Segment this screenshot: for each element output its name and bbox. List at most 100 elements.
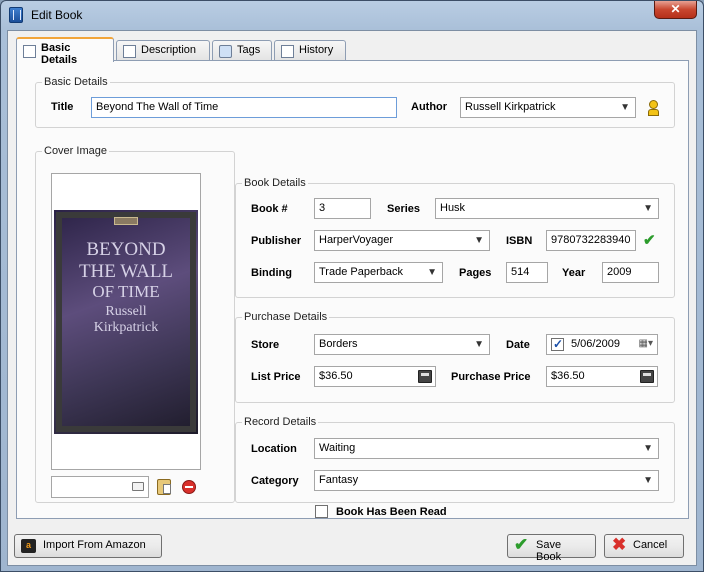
- paste-icon[interactable]: [157, 479, 171, 495]
- list-price-input[interactable]: $36.50: [314, 366, 436, 387]
- date-label: Date: [506, 339, 530, 351]
- author-label: Author: [411, 101, 448, 113]
- basic-details-panel: Basic Details Title Beyond The Wall of T…: [16, 60, 689, 519]
- cover-title-line: THE WALL: [78, 261, 174, 282]
- book-read-checkbox[interactable]: [315, 505, 328, 518]
- publisher-label: Publisher: [251, 235, 302, 247]
- list-price-value: $36.50: [319, 370, 353, 382]
- tab-label: Tags: [237, 44, 261, 56]
- tag-icon: [219, 45, 232, 58]
- year-input[interactable]: 2009: [602, 262, 659, 283]
- group-legend: Purchase Details: [244, 311, 328, 323]
- cancel-button[interactable]: ✖ Cancel: [604, 534, 684, 558]
- publisher-value: HarperVoyager: [319, 234, 393, 246]
- tab-label: History: [299, 44, 334, 56]
- date-enabled-checkbox[interactable]: [551, 337, 564, 351]
- close-button[interactable]: ✕: [654, 1, 697, 19]
- cover-image-frame[interactable]: BEYOND THE WALL OF TIME Russell Kirkpatr…: [51, 173, 201, 470]
- cancel-label: Cancel: [633, 539, 668, 551]
- store-dropdown[interactable]: Borders ▼: [314, 334, 490, 355]
- date-value: 5/06/2009: [571, 338, 620, 350]
- chevron-down-icon: ▼: [474, 235, 484, 246]
- amazon-icon: a: [21, 539, 36, 553]
- year-label: Year: [562, 267, 586, 279]
- chevron-down-icon: ▼: [643, 475, 653, 486]
- isbn-label: ISBN: [506, 235, 533, 247]
- location-label: Location: [251, 443, 297, 455]
- book-icon: [9, 7, 23, 23]
- title-label: Title: [51, 101, 74, 113]
- tab-tags[interactable]: Tags: [212, 40, 272, 61]
- cover-title-line: OF TIME: [92, 282, 160, 301]
- check-icon: ✔: [514, 535, 529, 554]
- tab-strip: Basic Details Description Tags History: [16, 37, 696, 66]
- isbn-input[interactable]: 9780732283940: [546, 230, 636, 251]
- dialog-client-area: Basic Details Description Tags History B…: [7, 30, 697, 566]
- save-label: Save Book: [536, 539, 562, 563]
- date-picker[interactable]: 5/06/2009 ▦▾: [546, 334, 658, 355]
- title-bar[interactable]: Edit Book ✕: [1, 1, 703, 29]
- purchase-price-input[interactable]: $36.50: [546, 366, 658, 387]
- chevron-down-icon: ▼: [474, 339, 484, 350]
- series-dropdown[interactable]: Husk ▼: [435, 198, 659, 219]
- folder-icon[interactable]: [132, 482, 144, 491]
- calculator-icon[interactable]: [640, 370, 654, 383]
- import-label: Import From Amazon: [43, 539, 146, 551]
- author-dropdown[interactable]: Russell Kirkpatrick ▼: [460, 97, 636, 118]
- book-number-input[interactable]: 3: [314, 198, 371, 219]
- book-read-label: Book Has Been Read: [336, 506, 447, 518]
- calendar-dropdown-icon[interactable]: ▦▾: [639, 338, 653, 349]
- series-value: Husk: [440, 202, 466, 214]
- group-legend: Book Details: [244, 177, 306, 189]
- remove-icon[interactable]: [182, 480, 196, 494]
- book-number-label: Book #: [251, 203, 288, 215]
- tab-label: Basic Details: [41, 42, 78, 66]
- category-dropdown[interactable]: Fantasy ▼: [314, 470, 659, 491]
- binding-dropdown[interactable]: Trade Paperback ▼: [314, 262, 443, 283]
- cover-path-input[interactable]: [51, 476, 149, 498]
- author-info-icon[interactable]: [648, 100, 659, 116]
- cover-title-line: BEYOND: [86, 239, 166, 260]
- series-label: Series: [387, 203, 421, 215]
- pages-input[interactable]: 514: [506, 262, 548, 283]
- purchase-details-group: Purchase Details: [235, 311, 675, 403]
- list-price-label: List Price: [251, 371, 301, 383]
- binding-label: Binding: [251, 267, 292, 279]
- import-from-amazon-button[interactable]: a Import From Amazon: [14, 534, 162, 558]
- binding-value: Trade Paperback: [319, 266, 403, 278]
- group-legend: Basic Details: [44, 76, 108, 88]
- location-value: Waiting: [319, 442, 356, 454]
- cover-author-line: Russell: [105, 304, 147, 319]
- chevron-down-icon: ▼: [643, 443, 653, 454]
- tab-description[interactable]: Description: [116, 40, 210, 61]
- group-legend: Record Details: [244, 416, 317, 428]
- check-icon: ✔: [643, 232, 656, 249]
- tab-history[interactable]: History: [274, 40, 346, 61]
- group-legend: Cover Image: [44, 145, 107, 157]
- chevron-down-icon: ▼: [620, 102, 630, 113]
- calculator-icon[interactable]: [418, 370, 432, 383]
- publisher-dropdown[interactable]: HarperVoyager ▼: [314, 230, 490, 251]
- list-icon: [23, 45, 36, 58]
- tab-label: Description: [141, 44, 197, 56]
- cover-author-line: Kirkpatrick: [93, 320, 159, 335]
- purchase-price-label: Purchase Price: [451, 371, 531, 383]
- category-label: Category: [251, 475, 299, 487]
- pages-label: Pages: [459, 267, 492, 279]
- cover-image: BEYOND THE WALL OF TIME Russell Kirkpatr…: [54, 210, 198, 434]
- location-dropdown[interactable]: Waiting ▼: [314, 438, 659, 459]
- close-icon: ✖: [612, 535, 627, 554]
- title-input[interactable]: Beyond The Wall of Time: [91, 97, 397, 118]
- chevron-down-icon: ▼: [427, 267, 437, 278]
- history-icon: [281, 45, 294, 58]
- store-label: Store: [251, 339, 280, 351]
- tab-basic-details[interactable]: Basic Details: [16, 37, 114, 66]
- store-value: Borders: [319, 338, 358, 350]
- purchase-price-value: $36.50: [551, 370, 585, 382]
- edit-book-window: Edit Book ✕ Basic Details Description Ta…: [0, 0, 704, 572]
- chevron-down-icon: ▼: [643, 203, 653, 214]
- author-value: Russell Kirkpatrick: [465, 101, 556, 113]
- window-title: Edit Book: [31, 8, 83, 22]
- save-book-button[interactable]: ✔ Save Book: [507, 534, 596, 563]
- document-icon: [123, 45, 136, 58]
